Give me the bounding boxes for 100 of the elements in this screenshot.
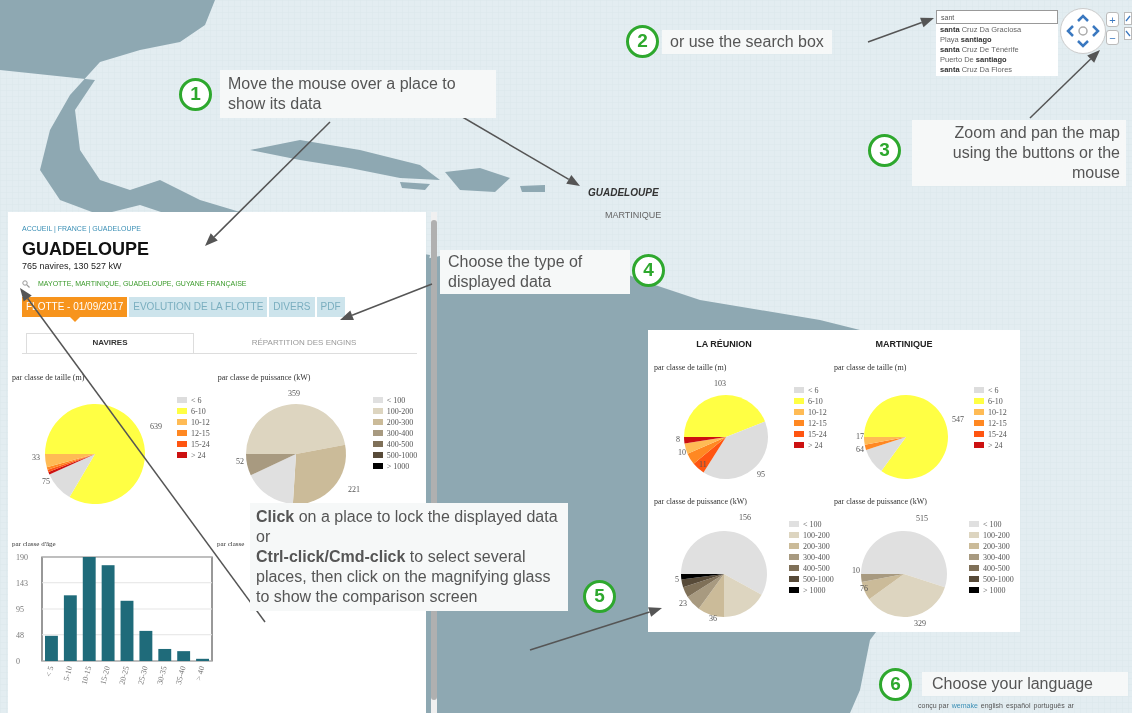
pie-value-label: 10 xyxy=(678,447,686,457)
pie-value-label: 33 xyxy=(32,452,40,462)
callout-text: Click on a place to lock the displayed data or Ctrl-click/Cmd-click to select several places, then click on the magnifying glass to show the comparison screen xyxy=(250,503,568,611)
axis-tick-label: 48 xyxy=(16,630,24,640)
callout-text: Zoom and pan the map using the buttons or the mouse xyxy=(912,120,1126,186)
legend-label: 300-400 xyxy=(803,552,830,562)
bar xyxy=(177,651,191,661)
legend-label: > 1000 xyxy=(803,585,826,595)
legend-label: 400-500 xyxy=(386,439,414,449)
callout-text: Move the mouse over a place to show its data xyxy=(220,70,496,118)
axis-tick-label: 5-10 xyxy=(61,665,75,682)
bar xyxy=(139,630,153,661)
legend-label: 400-500 xyxy=(983,563,1010,573)
axis-tick-label: < 5 xyxy=(43,665,56,678)
chart-title: par classe de puissance (kW) xyxy=(217,371,312,384)
pie-value-label: 5 xyxy=(675,574,679,584)
map-place-label[interactable]: GUADELOUPE xyxy=(588,185,659,200)
legend-label: 12-15 xyxy=(808,418,827,428)
pie-value-label: 75 xyxy=(42,476,50,486)
island[interactable] xyxy=(520,185,545,192)
callout-text: Choose your language xyxy=(922,672,1128,696)
pie-value-label: 95 xyxy=(757,469,765,479)
pointer-arrow xyxy=(867,17,934,43)
pie-value-label: 52 xyxy=(235,456,244,466)
pie-value-label: 10 xyxy=(852,565,860,575)
legend-label: 400-500 xyxy=(803,563,830,573)
axis-tick-label: 15-20 xyxy=(98,665,113,686)
chart-title: par classe de taille (m) xyxy=(12,371,86,384)
zoom-button[interactable]: + xyxy=(1106,12,1119,27)
axis-tick-label: 35-40 xyxy=(174,665,188,686)
place-heading: MARTINIQUE xyxy=(874,338,934,351)
legend-label: 6-10 xyxy=(191,406,206,416)
pie-value-label: 23 xyxy=(679,598,687,608)
island[interactable] xyxy=(445,168,510,192)
pie-value-label: 547 xyxy=(952,414,964,424)
axis-tick-label: 143 xyxy=(16,578,28,588)
pie-value-label: 11 xyxy=(699,459,707,469)
pie-value-label: 359 xyxy=(287,388,300,398)
legend-label: 200-300 xyxy=(803,541,830,551)
chart-title: par classe de taille (m) xyxy=(834,361,908,374)
search-icon[interactable] xyxy=(22,280,30,289)
axis-tick-label: 20-25 xyxy=(117,665,131,686)
callout-text: Choose the type of displayed data xyxy=(440,250,630,294)
tab-pointer xyxy=(70,316,81,322)
pointer-arrow xyxy=(1029,50,1100,119)
legend-label: 15-24 xyxy=(808,429,827,439)
zoom-button[interactable]: − xyxy=(1106,30,1119,45)
chart-title: par classe de puissance (kW) xyxy=(654,495,748,508)
legend-label: < 100 xyxy=(983,519,1002,529)
pie-value-label: 639 xyxy=(150,421,162,431)
pie-value-label: 17 xyxy=(856,431,864,441)
legend-label: 200-300 xyxy=(386,417,414,427)
legend-label: 500-1000 xyxy=(803,574,834,584)
island[interactable] xyxy=(400,182,430,190)
legend-label: 15-24 xyxy=(191,439,210,449)
pie-value-label: 156 xyxy=(739,512,751,522)
legend-label: 100-200 xyxy=(386,406,414,416)
place-title: GUADELOUPE xyxy=(22,237,150,260)
legend-label: 100-200 xyxy=(983,530,1010,540)
place-heading: LA RÉUNION xyxy=(695,338,753,351)
bar xyxy=(196,658,209,661)
map-place-label[interactable]: MARTINIQUE xyxy=(605,209,662,223)
fullscreen-icon[interactable] xyxy=(1124,12,1132,42)
legend-label: 500-1000 xyxy=(386,450,418,460)
legend-label: 200-300 xyxy=(983,541,1010,551)
pie-value-label: 64 xyxy=(856,444,864,454)
axis-tick-label: 0 xyxy=(16,657,20,666)
pie-value-label: 329 xyxy=(914,618,926,628)
legend-label: < 100 xyxy=(803,519,822,529)
legend-label: < 6 xyxy=(191,395,202,405)
pie-value-label: 36 xyxy=(709,613,717,623)
legend-label: > 24 xyxy=(191,450,206,460)
pie-value-label: 221 xyxy=(347,484,360,494)
legend-label: > 24 xyxy=(808,440,823,450)
legend-label: > 1000 xyxy=(386,461,410,471)
pie-value-label: 8 xyxy=(676,434,680,444)
legend-label: 6-10 xyxy=(988,396,1003,406)
axis-tick-label: 30-35 xyxy=(155,665,169,686)
legend-label: 6-10 xyxy=(808,396,823,406)
chart-title: par classe de puissance (kW) xyxy=(834,495,928,508)
legend-label: 10-12 xyxy=(988,407,1007,417)
island[interactable] xyxy=(250,140,440,180)
legend-label: > 1000 xyxy=(983,585,1006,595)
legend-label: 12-15 xyxy=(988,418,1007,428)
sub-tab[interactable]: NAVIRES xyxy=(26,332,194,353)
legend-label: 12-15 xyxy=(191,428,210,438)
legend-label: 10-12 xyxy=(808,407,827,417)
pie-value-label: 103 xyxy=(714,378,726,388)
axis-tick-label: 190 xyxy=(16,553,28,562)
legend-label: 300-400 xyxy=(983,552,1010,562)
legend-label: 300-400 xyxy=(386,428,414,438)
legend-label: 15-24 xyxy=(988,429,1007,439)
legend-label: < 100 xyxy=(386,395,406,405)
pie-value-label: 515 xyxy=(916,513,928,523)
legend-label: 500-1000 xyxy=(983,574,1014,584)
place-summary: 765 navires, 130 527 kW xyxy=(22,259,123,273)
axis-tick-label: > 40 xyxy=(194,665,207,682)
legend-label: > 24 xyxy=(988,440,1003,450)
axis-tick-label: 10-15 xyxy=(79,665,94,686)
legend-label: 10-12 xyxy=(191,417,210,427)
